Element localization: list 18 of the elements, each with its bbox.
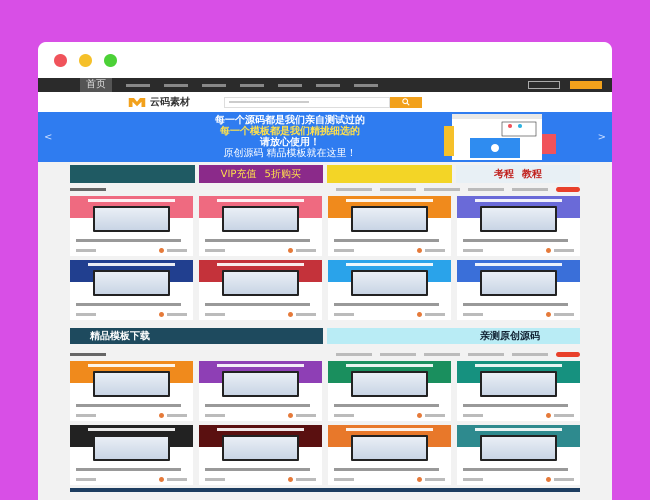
banner-slogan: 请放心使用！	[260, 136, 320, 148]
ad-banner[interactable]: 精品模板下载	[70, 328, 323, 344]
ad-text: 5折购买	[264, 168, 301, 181]
ad-text: VIP充值	[220, 168, 256, 181]
banner-tagline: 原创源码 精品模板就在这里！	[223, 148, 357, 160]
ad-banner[interactable]: VIP充值 5折购买	[198, 165, 323, 183]
ad-banner[interactable]: 考程 教程	[456, 165, 580, 183]
next-arrow[interactable]: >	[592, 132, 612, 142]
banner-slogan: 每一个源码都是我们亲自测试过的	[215, 114, 365, 126]
ad-text: 亲测原创源码	[480, 329, 540, 343]
previous-arrow[interactable]: <	[38, 132, 58, 142]
nav-home-tab[interactable]: 首页	[80, 78, 112, 92]
ad-text: 考程	[494, 168, 514, 181]
ad-text: 教程	[522, 168, 542, 181]
site-logo-text: 云码素材	[150, 96, 190, 109]
ad-text: 精品模板下载	[90, 330, 150, 343]
ad-banner[interactable]: 亲测原创源码	[327, 328, 580, 344]
banner-slogan: 每一个模板都是我们精挑细选的	[220, 126, 360, 136]
